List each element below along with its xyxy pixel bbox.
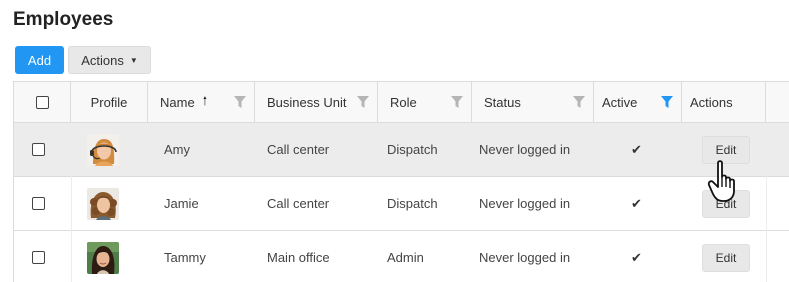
check-icon: ✔ — [631, 195, 642, 211]
row-checkbox[interactable] — [32, 143, 45, 156]
actions-dropdown-button[interactable]: Actions ▼ — [68, 46, 151, 74]
status-value: Never logged in — [479, 196, 571, 211]
employee-name: Amy — [164, 142, 190, 157]
status-filter-icon[interactable] — [573, 96, 585, 108]
actions-dropdown-label: Actions — [81, 52, 124, 68]
caret-down-icon: ▼ — [129, 55, 138, 65]
table-row[interactable]: Amy Call center Dispatch Never logged in… — [14, 123, 789, 177]
active-check-icon: ✔ — [631, 177, 642, 230]
avatar — [87, 133, 119, 166]
header-business-unit[interactable]: Business Unit — [255, 82, 378, 122]
row-checkbox[interactable] — [32, 251, 45, 264]
add-button[interactable]: Add — [15, 46, 64, 74]
business-unit-value: Call center — [267, 196, 330, 211]
header-name-label: Name — [160, 94, 195, 110]
header-select-all-cell — [14, 82, 71, 122]
role-value: Admin — [387, 250, 424, 265]
header-status-label: Status — [484, 94, 521, 110]
edit-button[interactable]: Edit — [702, 189, 750, 218]
header-actions: Actions — [682, 82, 766, 122]
employee-name: Tammy — [164, 250, 206, 265]
header-active-label: Active — [602, 94, 638, 110]
name-filter-icon[interactable] — [234, 96, 246, 108]
page-title: Employees — [13, 9, 114, 30]
status-value: Never logged in — [479, 142, 571, 157]
active-check-icon: ✔ — [631, 123, 642, 176]
sort-ascending-icon: 🠑 — [202, 93, 208, 108]
avatar-cell — [87, 177, 119, 230]
header-business-unit-label: Business Unit — [267, 94, 347, 110]
row-checkbox[interactable] — [32, 197, 45, 210]
header-actions-label: Actions — [690, 94, 733, 110]
row-actions-cell: Edit — [702, 231, 750, 282]
row-actions-cell: Edit — [702, 177, 750, 230]
grid-header: Profile Name 🠑 Business Unit Role Status… — [14, 82, 789, 123]
avatar — [87, 187, 119, 220]
header-role-label: Role — [390, 94, 417, 110]
table-row[interactable]: Tammy Main office Admin Never logged in … — [14, 231, 789, 282]
status-value: Never logged in — [479, 250, 571, 265]
role-value: Dispatch — [387, 196, 438, 211]
header-profile[interactable]: Profile — [71, 82, 148, 122]
row-actions-cell: Edit — [702, 123, 750, 176]
role-filter-icon[interactable] — [451, 96, 463, 108]
header-role[interactable]: Role — [378, 82, 472, 122]
edit-button[interactable]: Edit — [702, 135, 750, 164]
active-filter-icon[interactable] — [661, 96, 673, 108]
employees-grid: Profile Name 🠑 Business Unit Role Status… — [13, 81, 789, 282]
column-divider — [71, 123, 72, 282]
business-unit-value: Call center — [267, 142, 330, 157]
employee-name: Jamie — [164, 196, 199, 211]
row-select-cell — [32, 177, 45, 230]
business-unit-value: Main office — [267, 250, 330, 265]
row-select-cell — [32, 123, 45, 176]
select-all-checkbox[interactable] — [35, 95, 49, 109]
header-name[interactable]: Name 🠑 — [148, 82, 255, 122]
header-active[interactable]: Active — [594, 82, 682, 122]
check-icon: ✔ — [631, 141, 642, 157]
header-profile-label: Profile — [90, 94, 128, 110]
table-row[interactable]: Jamie Call center Dispatch Never logged … — [14, 177, 789, 231]
active-check-icon: ✔ — [631, 231, 642, 282]
business-unit-filter-icon[interactable] — [357, 96, 369, 108]
check-icon: ✔ — [631, 249, 642, 265]
avatar-cell — [87, 123, 119, 176]
role-value: Dispatch — [387, 142, 438, 157]
avatar — [87, 241, 119, 274]
row-select-cell — [32, 231, 45, 282]
column-divider — [766, 123, 767, 282]
edit-button[interactable]: Edit — [702, 243, 750, 272]
avatar-cell — [87, 231, 119, 282]
header-status[interactable]: Status — [472, 82, 594, 122]
